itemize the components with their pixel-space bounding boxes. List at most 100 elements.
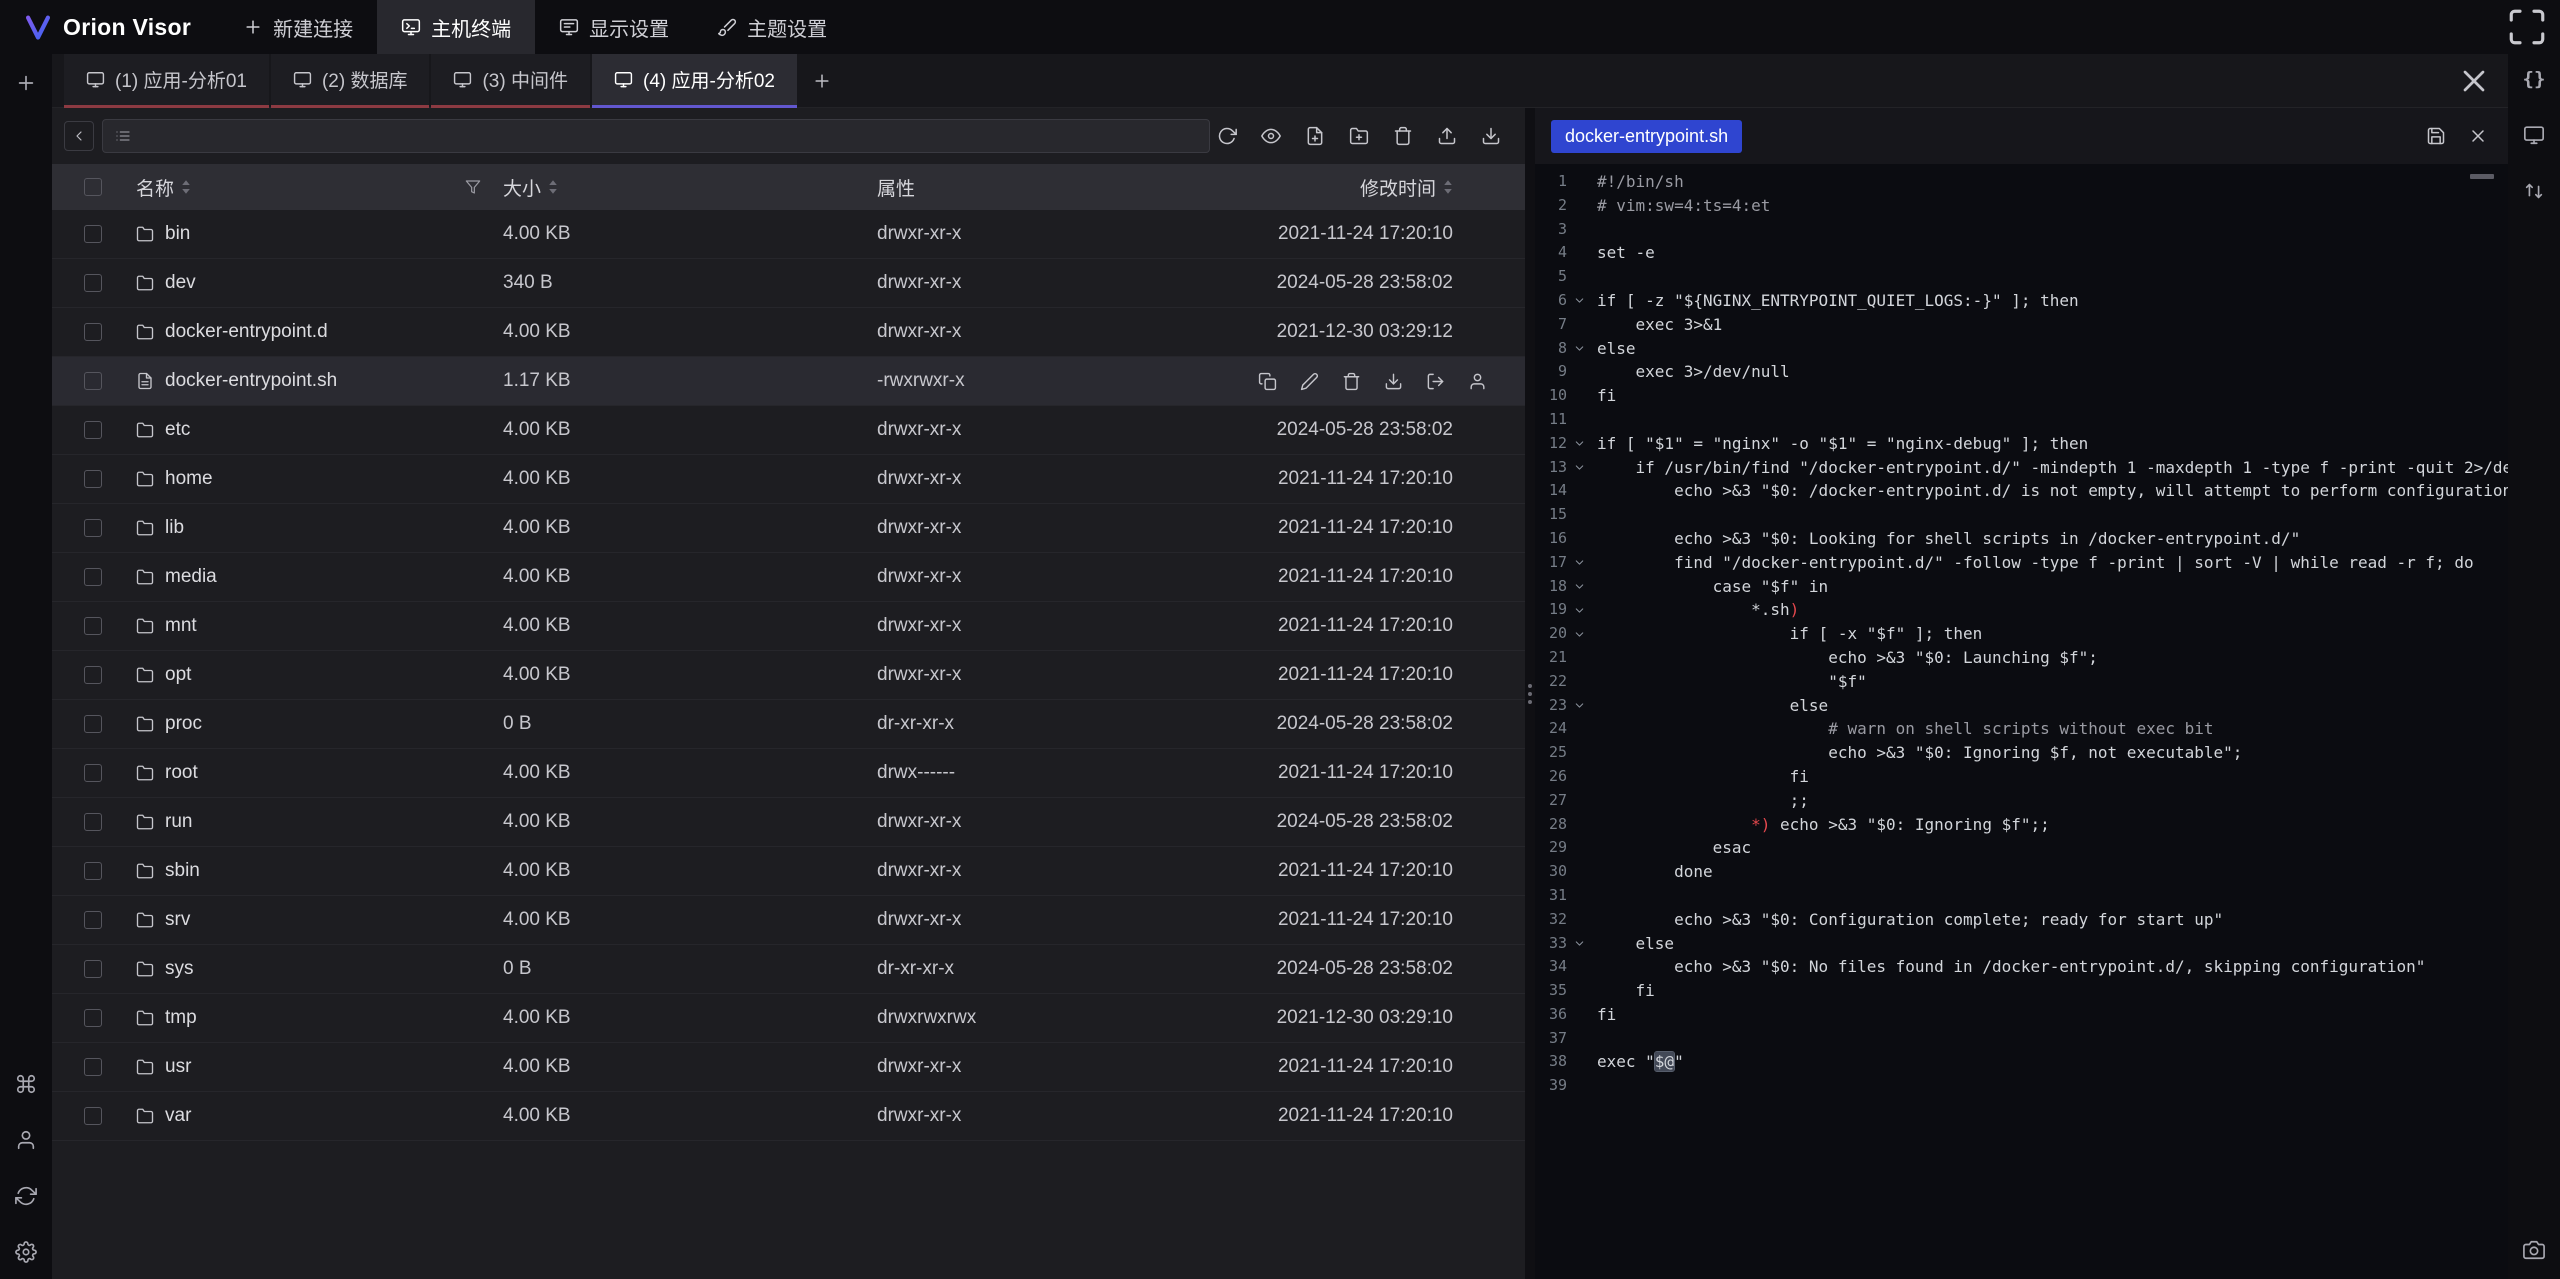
nav-item-theme-settings[interactable]: 主题设置 [693, 0, 851, 54]
user-button[interactable] [13, 1127, 39, 1153]
fold-toggle[interactable] [1567, 937, 1591, 950]
column-header-mtime[interactable]: 修改时间 [1247, 174, 1525, 201]
table-row[interactable]: tmp4.00 KBdrwxrwxrwx2021-12-30 03:29:10 [52, 994, 1525, 1043]
row-checkbox[interactable] [84, 960, 102, 978]
filter-icon[interactable] [465, 179, 481, 195]
row-checkbox[interactable] [84, 1107, 102, 1125]
fold-toggle[interactable] [1567, 342, 1591, 355]
fold-toggle[interactable] [1567, 294, 1591, 307]
row-checkbox[interactable] [84, 323, 102, 341]
download-button[interactable] [1481, 126, 1501, 146]
show-hidden-button[interactable] [1261, 126, 1281, 146]
tab-2[interactable]: (2) 数据库 [271, 54, 430, 108]
table-row[interactable]: proc0 Bdr-xr-xr-x2024-05-28 23:58:02 [52, 700, 1525, 749]
table-row[interactable]: docker-entrypoint.d4.00 KBdrwxr-xr-x2021… [52, 308, 1525, 357]
table-row[interactable]: sys0 Bdr-xr-xr-x2024-05-28 23:58:02 [52, 945, 1525, 994]
fold-toggle[interactable] [1567, 461, 1591, 474]
tab-label: (2) 数据库 [322, 66, 408, 93]
column-header-size[interactable]: 大小 [503, 174, 877, 201]
table-row[interactable]: root4.00 KBdrwx------2021-11-24 17:20:10 [52, 749, 1525, 798]
fold-toggle[interactable] [1567, 628, 1591, 641]
row-checkbox[interactable] [84, 764, 102, 782]
nav-item-new-connection[interactable]: 新建连接 [219, 0, 377, 54]
screenshot-button[interactable] [2521, 1237, 2547, 1263]
path-input[interactable] [140, 126, 1197, 147]
table-row[interactable]: sbin4.00 KBdrwxr-xr-x2021-11-24 17:20:10 [52, 847, 1525, 896]
sync-button[interactable] [13, 1183, 39, 1209]
row-checkbox[interactable] [84, 666, 102, 684]
row-checkbox[interactable] [84, 862, 102, 880]
nav-item-display-settings[interactable]: 显示设置 [535, 0, 693, 54]
new-folder-button[interactable] [1349, 126, 1369, 146]
close-all-tabs-button[interactable] [2456, 63, 2492, 99]
variables-button[interactable]: {} [2521, 66, 2547, 92]
refresh-button[interactable] [1217, 126, 1237, 146]
editor-close-button[interactable] [2468, 126, 2488, 146]
sort-icon[interactable] [181, 179, 191, 195]
row-permission-button[interactable] [1468, 372, 1487, 391]
file-table-header: 名称 大小 属性 修改时间 [52, 164, 1525, 210]
upload-button[interactable] [1437, 126, 1457, 146]
tab-4[interactable]: (4) 应用-分析02 [592, 54, 797, 108]
select-all-checkbox[interactable] [84, 178, 102, 196]
row-checkbox[interactable] [84, 470, 102, 488]
table-row[interactable]: docker-entrypoint.sh1.17 KB-rwxrwxr-x [52, 357, 1525, 406]
new-file-button[interactable] [1305, 126, 1325, 146]
row-checkbox[interactable] [84, 225, 102, 243]
row-delete-button[interactable] [1342, 372, 1361, 391]
sort-icon[interactable] [1443, 179, 1453, 195]
table-row[interactable]: etc4.00 KBdrwxr-xr-x2024-05-28 23:58:02 [52, 406, 1525, 455]
table-row[interactable]: home4.00 KBdrwxr-xr-x2021-11-24 17:20:10 [52, 455, 1525, 504]
line-number: 38 [1535, 1050, 1567, 1074]
table-row[interactable]: mnt4.00 KBdrwxr-xr-x2021-11-24 17:20:10 [52, 602, 1525, 651]
back-button[interactable] [64, 121, 94, 151]
column-header-name[interactable]: 名称 [122, 174, 503, 201]
fullscreen-button[interactable] [2506, 0, 2548, 54]
table-row[interactable]: usr4.00 KBdrwxr-xr-x2021-11-24 17:20:10 [52, 1043, 1525, 1092]
transfer-list-button[interactable] [2521, 178, 2547, 204]
terminal-display-button[interactable] [2521, 122, 2547, 148]
shortcut-keys-button[interactable] [13, 1071, 39, 1097]
table-row[interactable]: dev340 Bdrwxr-xr-x2024-05-28 23:58:02 [52, 259, 1525, 308]
table-row[interactable]: media4.00 KBdrwxr-xr-x2021-11-24 17:20:1… [52, 553, 1525, 602]
row-checkbox[interactable] [84, 274, 102, 292]
new-session-button[interactable] [13, 70, 39, 96]
delete-button[interactable] [1393, 126, 1413, 146]
sort-icon[interactable] [548, 179, 558, 195]
fold-toggle[interactable] [1567, 604, 1591, 617]
save-button[interactable] [2426, 126, 2446, 146]
tab-3[interactable]: (3) 中间件 [431, 54, 590, 108]
row-move-button[interactable] [1426, 372, 1445, 391]
row-checkbox[interactable] [84, 1058, 102, 1076]
table-row[interactable]: srv4.00 KBdrwxr-xr-x2021-11-24 17:20:10 [52, 896, 1525, 945]
row-copy-button[interactable] [1258, 372, 1277, 391]
row-checkbox[interactable] [84, 1009, 102, 1027]
panel-splitter[interactable] [1525, 108, 1535, 1279]
editor-file-tab[interactable]: docker-entrypoint.sh [1551, 120, 1742, 153]
tab-1[interactable]: (1) 应用-分析01 [64, 54, 269, 108]
code-editor[interactable]: 1#!/bin/sh2# vim:sw=4:ts=4:et34set -e56i… [1535, 164, 2508, 1279]
table-row[interactable]: var4.00 KBdrwxr-xr-x2021-11-24 17:20:10 [52, 1092, 1525, 1141]
row-checkbox[interactable] [84, 617, 102, 635]
table-row[interactable]: bin4.00 KBdrwxr-xr-x2021-11-24 17:20:10 [52, 210, 1525, 259]
row-checkbox[interactable] [84, 911, 102, 929]
column-header-attr[interactable]: 属性 [877, 174, 1247, 201]
row-checkbox[interactable] [84, 813, 102, 831]
row-checkbox[interactable] [84, 421, 102, 439]
fold-toggle[interactable] [1567, 437, 1591, 450]
row-download-button[interactable] [1384, 372, 1403, 391]
settings-button[interactable] [13, 1239, 39, 1265]
nav-item-host-terminal[interactable]: 主机终端 [377, 0, 535, 54]
table-row[interactable]: opt4.00 KBdrwxr-xr-x2021-11-24 17:20:10 [52, 651, 1525, 700]
row-checkbox[interactable] [84, 715, 102, 733]
fold-toggle[interactable] [1567, 556, 1591, 569]
add-tab-button[interactable] [799, 54, 845, 108]
fold-toggle[interactable] [1567, 580, 1591, 593]
fold-toggle[interactable] [1567, 699, 1591, 712]
row-checkbox[interactable] [84, 568, 102, 586]
row-edit-button[interactable] [1300, 372, 1319, 391]
table-row[interactable]: run4.00 KBdrwxr-xr-x2024-05-28 23:58:02 [52, 798, 1525, 847]
row-checkbox[interactable] [84, 519, 102, 537]
row-checkbox[interactable] [84, 372, 102, 390]
table-row[interactable]: lib4.00 KBdrwxr-xr-x2021-11-24 17:20:10 [52, 504, 1525, 553]
